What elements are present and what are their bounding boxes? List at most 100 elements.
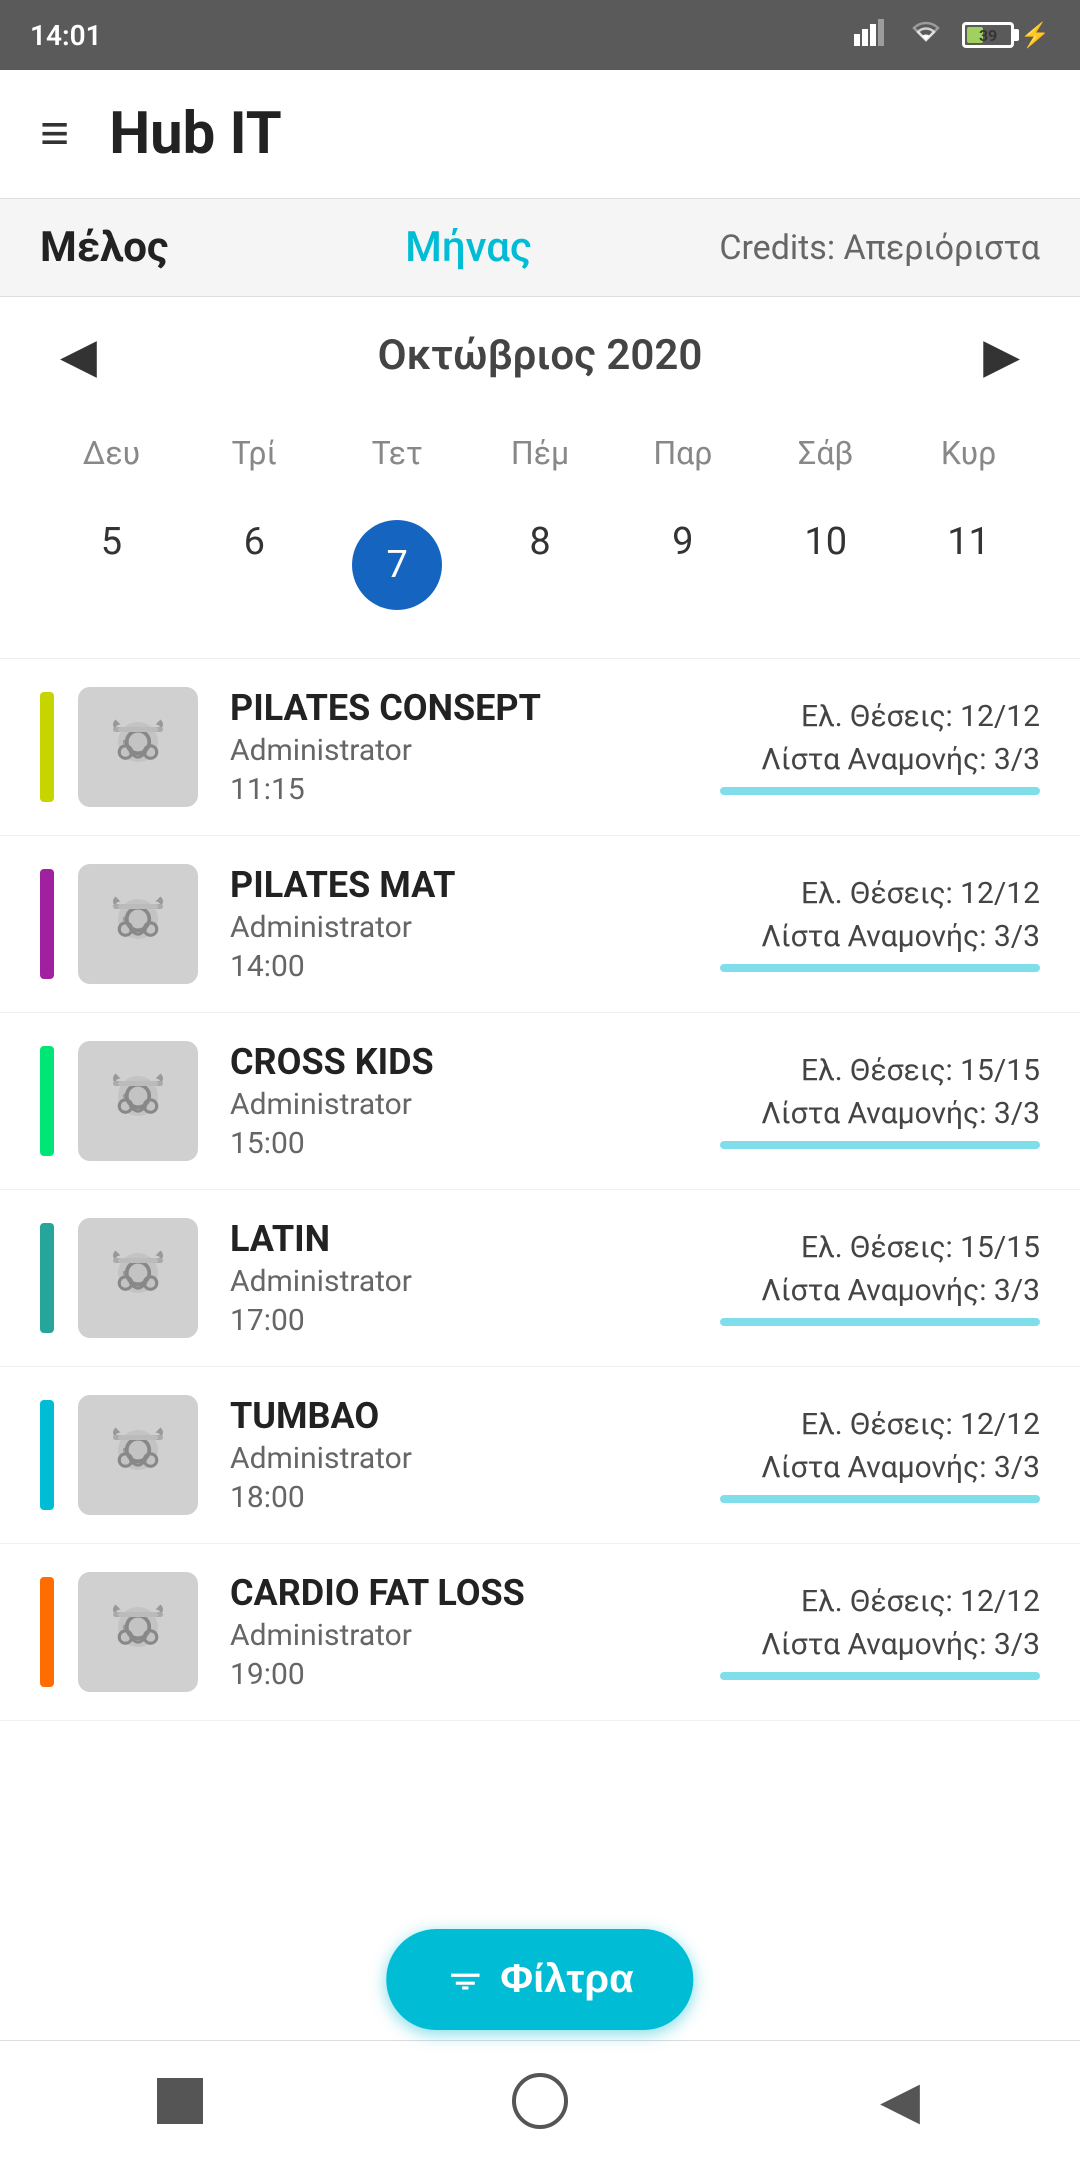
dumbbell-icon — [98, 1238, 178, 1318]
date-6[interactable]: 6 — [183, 502, 326, 628]
credits-label: Credits: Απεριόριστα — [611, 228, 1040, 268]
dumbbell-icon — [98, 884, 178, 964]
slots-waiting: Λίστα Αναμονής: 3/3 — [720, 1096, 1040, 1131]
slots-waiting: Λίστα Αναμονής: 3/3 — [720, 1273, 1040, 1308]
class-time: 17:00 — [230, 1303, 720, 1338]
class-color-bar — [40, 1046, 54, 1156]
weekday-sun: Κυρ — [897, 424, 1040, 482]
weekday-sat: Σάβ — [754, 424, 897, 482]
class-item-4[interactable]: LATIN Administrator 17:00 Ελ. Θέσεις: 15… — [0, 1190, 1080, 1367]
month-tab[interactable]: Μήνας — [326, 223, 612, 272]
class-admin: Administrator — [230, 1441, 720, 1476]
class-info: PILATES CONSEPT Administrator 11:15 — [230, 687, 720, 807]
class-name: CROSS KIDS — [230, 1041, 720, 1083]
class-slots: Ελ. Θέσεις: 15/15 Λίστα Αναμονής: 3/3 — [720, 1053, 1040, 1149]
status-icons: 39 ⚡ — [854, 18, 1050, 53]
class-item-3[interactable]: CROSS KIDS Administrator 15:00 Ελ. Θέσει… — [0, 1013, 1080, 1190]
class-color-bar — [40, 1577, 54, 1687]
class-icon — [78, 687, 198, 807]
class-name: PILATES CONSEPT — [230, 687, 720, 729]
dumbbell-icon — [98, 707, 178, 787]
class-time: 14:00 — [230, 949, 720, 984]
slots-waiting: Λίστα Αναμονής: 3/3 — [720, 742, 1040, 777]
weekday-mon: Δευ — [40, 424, 183, 482]
selected-date-circle: 7 — [352, 520, 442, 610]
slots-progress-bar — [720, 1495, 1040, 1503]
slots-available: Ελ. Θέσεις: 12/12 — [720, 1584, 1040, 1619]
class-admin: Administrator — [230, 1264, 720, 1299]
charging-icon: ⚡ — [1020, 21, 1050, 49]
prev-month-button[interactable]: ◀ — [60, 327, 97, 384]
class-icon — [78, 1041, 198, 1161]
slots-available: Ελ. Θέσεις: 12/12 — [720, 876, 1040, 911]
slots-progress-bar — [720, 1318, 1040, 1326]
slots-available: Ελ. Θέσεις: 15/15 — [720, 1053, 1040, 1088]
class-slots: Ελ. Θέσεις: 12/12 Λίστα Αναμονής: 3/3 — [720, 699, 1040, 795]
dumbbell-icon — [98, 1061, 178, 1141]
home-icon — [512, 2073, 568, 2129]
class-name: PILATES MAT — [230, 864, 720, 906]
slots-progress-bar — [720, 787, 1040, 795]
class-admin: Administrator — [230, 910, 720, 945]
back-button[interactable]: ◀ — [860, 2061, 940, 2141]
class-time: 19:00 — [230, 1657, 720, 1692]
slots-progress-bar — [720, 964, 1040, 972]
month-label: Οκτώβριος 2020 — [378, 331, 703, 380]
slots-waiting: Λίστα Αναμονής: 3/3 — [720, 1627, 1040, 1662]
date-9[interactable]: 9 — [611, 502, 754, 628]
class-slots: Ελ. Θέσεις: 12/12 Λίστα Αναμονής: 3/3 — [720, 1584, 1040, 1680]
date-7[interactable]: 7 — [326, 502, 469, 628]
dumbbell-icon — [98, 1415, 178, 1495]
signal-icon — [854, 18, 890, 53]
class-time: 15:00 — [230, 1126, 720, 1161]
dumbbell-icon — [98, 1592, 178, 1672]
weekday-thu: Πέμ — [469, 424, 612, 482]
class-name: CARDIO FAT LOSS — [230, 1572, 720, 1614]
filter-button[interactable]: Φίλτρα — [386, 1929, 693, 2030]
class-slots: Ελ. Θέσεις: 12/12 Λίστα Αναμονής: 3/3 — [720, 1407, 1040, 1503]
class-icon — [78, 864, 198, 984]
stop-button[interactable] — [140, 2061, 220, 2141]
weekday-tue: Τρί — [183, 424, 326, 482]
next-month-button[interactable]: ▶ — [983, 327, 1020, 384]
calendar-nav: ◀ Οκτώβριος 2020 ▶ — [0, 297, 1080, 414]
home-button[interactable] — [500, 2061, 580, 2141]
class-list: PILATES CONSEPT Administrator 11:15 Ελ. … — [0, 659, 1080, 1881]
class-time: 18:00 — [230, 1480, 720, 1515]
member-label: Μέλος — [40, 223, 326, 272]
class-item-6[interactable]: CARDIO FAT LOSS Administrator 19:00 Ελ. … — [0, 1544, 1080, 1721]
date-8[interactable]: 8 — [469, 502, 612, 628]
slots-progress-bar — [720, 1672, 1040, 1680]
class-slots: Ελ. Θέσεις: 12/12 Λίστα Αναμονής: 3/3 — [720, 876, 1040, 972]
stop-icon — [157, 2078, 203, 2124]
class-color-bar — [40, 1223, 54, 1333]
date-11[interactable]: 11 — [897, 502, 1040, 628]
slots-available: Ελ. Θέσεις: 12/12 — [720, 699, 1040, 734]
slots-available: Ελ. Θέσεις: 15/15 — [720, 1230, 1040, 1265]
class-time: 11:15 — [230, 772, 720, 807]
weekday-wed: Τετ — [326, 424, 469, 482]
back-icon: ◀ — [880, 2075, 920, 2127]
class-admin: Administrator — [230, 1087, 720, 1122]
wifi-icon — [908, 18, 944, 53]
calendar-weekdays: Δευ Τρί Τετ Πέμ Παρ Σάβ Κυρ — [0, 414, 1080, 492]
calendar-dates: 5 6 7 8 9 10 11 — [0, 492, 1080, 659]
class-info: CROSS KIDS Administrator 15:00 — [230, 1041, 720, 1161]
class-item-2[interactable]: PILATES MAT Administrator 14:00 Ελ. Θέσε… — [0, 836, 1080, 1013]
menu-button[interactable]: ≡ — [40, 109, 69, 159]
date-10[interactable]: 10 — [754, 502, 897, 628]
class-icon — [78, 1572, 198, 1692]
class-slots: Ελ. Θέσεις: 15/15 Λίστα Αναμονής: 3/3 — [720, 1230, 1040, 1326]
class-item-5[interactable]: TUMBAO Administrator 18:00 Ελ. Θέσεις: 1… — [0, 1367, 1080, 1544]
class-info: LATIN Administrator 17:00 — [230, 1218, 720, 1338]
slots-waiting: Λίστα Αναμονής: 3/3 — [720, 1450, 1040, 1485]
class-icon — [78, 1218, 198, 1338]
filter-label: Φίλτρα — [500, 1957, 633, 2002]
slots-progress-bar — [720, 1141, 1040, 1149]
date-5[interactable]: 5 — [40, 502, 183, 628]
filter-icon — [446, 1961, 484, 1999]
class-item-1[interactable]: PILATES CONSEPT Administrator 11:15 Ελ. … — [0, 659, 1080, 836]
class-admin: Administrator — [230, 733, 720, 768]
bottom-nav: ◀ — [0, 2040, 1080, 2160]
class-info: CARDIO FAT LOSS Administrator 19:00 — [230, 1572, 720, 1692]
